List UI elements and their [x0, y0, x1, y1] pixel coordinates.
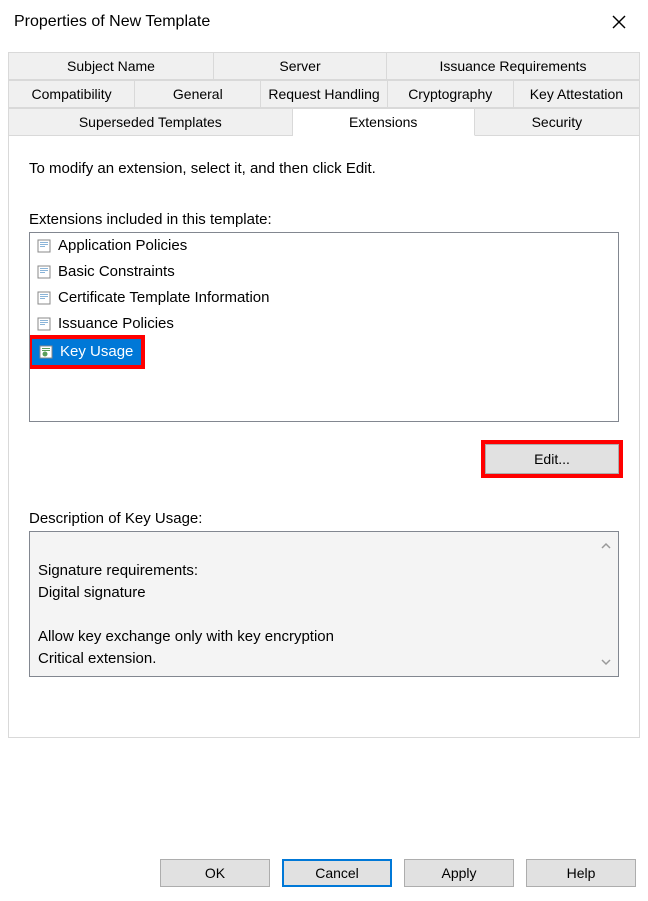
list-item-label: Application Policies [58, 235, 187, 257]
close-button[interactable] [604, 7, 634, 37]
highlight-annotation: Key Usage [32, 339, 141, 365]
help-button[interactable]: Help [526, 859, 636, 887]
description-label: Description of Key Usage: [29, 510, 619, 527]
instruction-text: To modify an extension, select it, and t… [29, 160, 619, 177]
tab-row-1: Subject Name Server Issuance Requirement… [8, 52, 640, 80]
tab-row-2: Compatibility General Request Handling C… [8, 80, 640, 108]
scroll-down-icon[interactable] [598, 654, 614, 670]
list-item-label: Issuance Policies [58, 313, 174, 335]
list-item-label: Certificate Template Information [58, 287, 270, 309]
list-item-label: Basic Constraints [58, 261, 175, 283]
tab-issuance-requirements[interactable]: Issuance Requirements [387, 52, 640, 80]
close-icon [612, 15, 626, 29]
tab-cryptography[interactable]: Cryptography [388, 80, 514, 108]
key-usage-icon [38, 343, 56, 361]
description-text: Signature requirements: Digital signatur… [38, 562, 334, 667]
properties-dialog: Properties of New Template Subject Name … [0, 0, 648, 901]
tab-extensions[interactable]: Extensions [293, 108, 475, 136]
certificate-icon [36, 263, 54, 281]
ok-button[interactable]: OK [160, 859, 270, 887]
tab-strip: Subject Name Server Issuance Requirement… [8, 52, 640, 136]
tab-compatibility[interactable]: Compatibility [9, 80, 135, 108]
certificate-icon [36, 289, 54, 307]
scroll-up-icon[interactable] [598, 538, 614, 554]
tab-general[interactable]: General [135, 80, 261, 108]
content-area: Subject Name Server Issuance Requirement… [0, 44, 648, 738]
cancel-button[interactable]: Cancel [282, 859, 392, 887]
titlebar: Properties of New Template [0, 0, 648, 44]
list-item[interactable]: Issuance Policies [30, 311, 618, 337]
apply-button[interactable]: Apply [404, 859, 514, 887]
tab-panel-extensions: To modify an extension, select it, and t… [8, 136, 640, 738]
list-item[interactable]: Certificate Template Information [30, 285, 618, 311]
tab-security[interactable]: Security [475, 108, 640, 136]
certificate-icon [36, 237, 54, 255]
edit-button-row: Edit... [29, 444, 619, 474]
list-item-label: Key Usage [60, 341, 133, 363]
edit-button[interactable]: Edit... [485, 444, 619, 474]
tab-key-attestation[interactable]: Key Attestation [514, 80, 640, 108]
tab-server[interactable]: Server [214, 52, 387, 80]
dialog-button-row: OK Cancel Apply Help [160, 859, 636, 887]
tab-row-3: Superseded Templates Extensions Security [8, 108, 640, 136]
list-item[interactable]: Key Usage [32, 339, 141, 365]
extensions-listbox[interactable]: Application Policies Basic Constraints C… [29, 232, 619, 422]
list-item[interactable]: Application Policies [30, 233, 618, 259]
tab-request-handling[interactable]: Request Handling [261, 80, 387, 108]
window-title: Properties of New Template [14, 13, 210, 31]
highlight-annotation: Edit... [485, 444, 619, 474]
certificate-icon [36, 315, 54, 333]
description-box: Signature requirements: Digital signatur… [29, 531, 619, 677]
extensions-list-label: Extensions included in this template: [29, 211, 619, 228]
tab-subject-name[interactable]: Subject Name [9, 52, 214, 80]
tab-superseded-templates[interactable]: Superseded Templates [9, 108, 293, 136]
scrollbar[interactable] [598, 532, 614, 676]
list-item[interactable]: Basic Constraints [30, 259, 618, 285]
